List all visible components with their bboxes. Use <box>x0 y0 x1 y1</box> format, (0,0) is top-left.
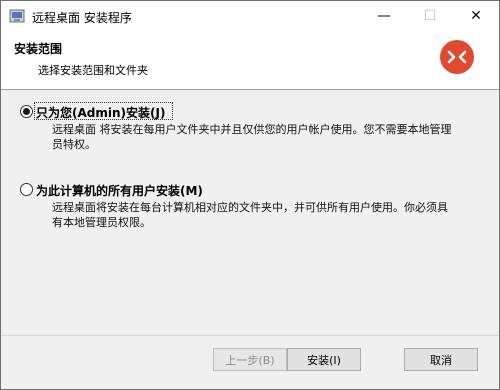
install-button[interactable]: 安装(I) <box>287 348 361 371</box>
installer-window: 远程桌面 安装程序 — ☐ ✕ 安装范围 选择安装范围和文件夹 只为您(Admi… <box>0 0 500 390</box>
title-bar[interactable]: 远程桌面 安装程序 — ☐ ✕ <box>1 1 499 31</box>
header-banner: 安装范围 选择安装范围和文件夹 <box>1 31 499 90</box>
minimize-button[interactable]: — <box>361 1 407 31</box>
option-just-me-description: 远程桌面 将安装在每用户文件夹中并且仅供您的用户帐户使用。您不需要本地管理员特权… <box>52 123 452 151</box>
button-bar: 上一步(B) 安装(I) 取消 <box>1 336 499 389</box>
close-button[interactable]: ✕ <box>453 1 499 31</box>
close-icon: ✕ <box>470 8 482 24</box>
window-title: 远程桌面 安装程序 <box>32 11 132 25</box>
option-all-users-description: 远程桌面将安装在每台计算机相对应的文件夹中，并可供所有用户使用。你必须具有本地管… <box>52 201 448 229</box>
maximize-button[interactable]: ☐ <box>407 1 453 31</box>
option-all-users-label[interactable]: 为此计算机的所有用户安装(M) <box>36 182 203 199</box>
installer-app-icon <box>9 9 25 23</box>
back-button[interactable]: 上一步(B) <box>213 348 287 371</box>
remote-desktop-logo-icon <box>440 40 474 74</box>
scope-options-panel: 只为您(Admin)安装(J) 远程桌面 将安装在每用户文件夹中并且仅供您的用户… <box>1 90 499 335</box>
page-title: 安装范围 <box>14 42 63 56</box>
radio-all-users[interactable] <box>20 183 33 196</box>
radio-just-me[interactable] <box>20 105 33 118</box>
minimize-icon: — <box>377 8 391 24</box>
cancel-button[interactable]: 取消 <box>404 348 478 371</box>
option-just-me-label[interactable]: 只为您(Admin)安装(J) <box>36 104 165 121</box>
maximize-icon: ☐ <box>423 8 437 24</box>
page-subtitle: 选择安装范围和文件夹 <box>38 64 148 77</box>
